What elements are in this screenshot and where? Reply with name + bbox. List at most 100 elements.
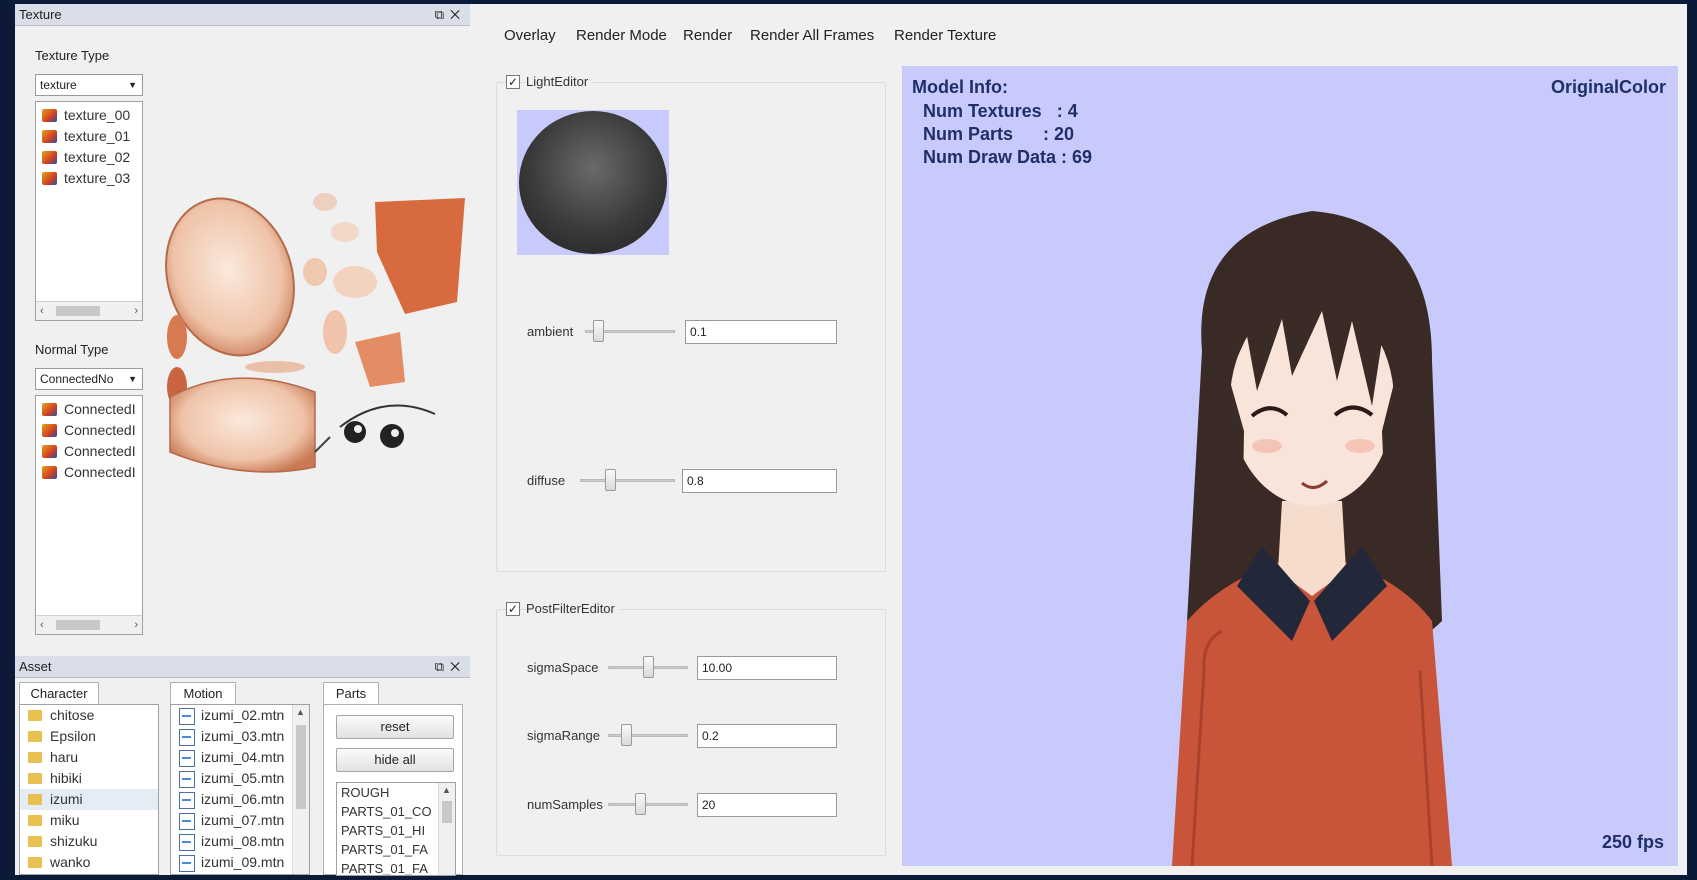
character-list-item[interactable]: shizuku xyxy=(20,831,158,852)
dock-buttons: ⧉✕ xyxy=(435,4,466,26)
scroll-left-icon[interactable]: ‹ xyxy=(40,302,44,320)
texture-list-item[interactable]: texture_03 xyxy=(36,168,142,189)
diffuse-input[interactable]: 0.8 xyxy=(682,469,837,493)
menu-render-all-frames[interactable]: Render All Frames xyxy=(750,21,874,51)
texture-file-icon xyxy=(42,403,57,416)
character-list-item-label: Epsilon xyxy=(50,728,96,744)
diffuse-slider-track[interactable] xyxy=(580,479,675,482)
character-list-item[interactable]: wanko xyxy=(20,852,158,873)
scroll-thumb[interactable] xyxy=(56,620,100,630)
texture-type-select[interactable]: texture ▼ xyxy=(35,74,143,96)
sigma-range-input[interactable]: 0.2 xyxy=(697,724,837,748)
scroll-left-icon[interactable]: ‹ xyxy=(40,616,44,634)
ambient-label: ambient xyxy=(527,324,574,339)
hide-all-button[interactable]: hide all xyxy=(336,748,454,772)
motion-list[interactable]: izumi_02.mtn izumi_03.mtn izumi_04.mtnizum… xyxy=(170,704,310,875)
character-list-item[interactable]: Epsilon xyxy=(20,726,158,747)
sigma-range-slider-thumb[interactable] xyxy=(621,724,632,746)
sigma-space-slider-thumb[interactable] xyxy=(643,656,654,678)
parts-list[interactable]: ROUGH PARTS_01_CO PARTS_01_HI PARTS_01_FA PA… xyxy=(336,782,456,876)
scroll-thumb[interactable] xyxy=(442,801,452,823)
motion-list-item-label: izumi_08.mtn xyxy=(201,833,285,849)
menu-render-texture[interactable]: Render Texture xyxy=(894,21,996,51)
normal-list-item[interactable]: ConnectedI xyxy=(36,441,142,462)
motion-list-item-label: izumi_09.mtn xyxy=(201,854,285,870)
diffuse-slider-thumb[interactable] xyxy=(605,469,616,491)
ambient-slider-thumb[interactable] xyxy=(593,320,604,342)
light-editor-checkbox[interactable]: ✓ xyxy=(506,75,520,89)
tab-character[interactable]: Character xyxy=(19,682,99,704)
motion-list-item-label: izumi_05.mtn xyxy=(201,770,285,786)
parts-list-vscroll[interactable]: ▲ xyxy=(438,783,455,875)
light-sphere-preview[interactable] xyxy=(517,110,669,255)
motion-list-item[interactable]: izumi_04.mtn xyxy=(171,747,309,768)
num-parts-text: Num Parts : 20 xyxy=(923,124,1075,144)
motion-list-item-label: izumi_03.mtn xyxy=(201,728,285,744)
scroll-right-icon[interactable]: › xyxy=(134,616,138,634)
close-icon[interactable]: ✕ xyxy=(450,659,466,674)
motion-list-item-label: izumi_02.mtn xyxy=(201,707,285,723)
texture-file-icon xyxy=(42,466,57,479)
texture-list-item-label: texture_03 xyxy=(64,170,131,186)
normal-list-item-label: ConnectedI xyxy=(64,443,136,459)
motion-list-vscroll[interactable]: ▲ xyxy=(292,705,309,874)
scroll-right-icon[interactable]: › xyxy=(134,302,138,320)
character-list-item[interactable]: hibiki xyxy=(20,768,158,789)
texture-file-icon xyxy=(42,130,57,143)
character-list-item[interactable]: izumi xyxy=(20,789,158,810)
motion-list-item[interactable]: izumi_06.mtn xyxy=(171,789,309,810)
normal-list[interactable]: ConnectedI ConnectedI ConnectedI ConnectedI… xyxy=(35,395,143,635)
motion-list-item[interactable]: izumi_03.mtn xyxy=(171,726,309,747)
normal-list-hscroll[interactable]: ‹ › xyxy=(36,615,142,634)
chevron-down-icon: ▼ xyxy=(128,80,137,90)
render-viewport[interactable]: Model Info: Num Textures : 4 Num Parts :… xyxy=(902,66,1678,866)
scroll-thumb[interactable] xyxy=(56,306,100,316)
normal-type-select[interactable]: ConnectedNo ▼ xyxy=(35,368,143,390)
motion-list-item[interactable]: izumi_08.mtn xyxy=(171,831,309,852)
texture-list-hscroll[interactable]: ‹ › xyxy=(36,301,142,320)
ambient-input[interactable]: 0.1 xyxy=(685,320,837,344)
menu-render-mode[interactable]: Render Mode xyxy=(576,21,667,51)
normal-list-item[interactable]: ConnectedI xyxy=(36,399,142,420)
num-samples-input[interactable]: 20 xyxy=(697,793,837,817)
motion-file-icon xyxy=(179,834,195,851)
sigma-range-slider-track[interactable] xyxy=(608,734,688,737)
character-list-item[interactable]: chitose xyxy=(20,705,158,726)
scroll-up-icon[interactable]: ▲ xyxy=(296,707,305,717)
normal-list-item[interactable]: ConnectedI xyxy=(36,462,142,483)
scroll-up-icon[interactable]: ▲ xyxy=(442,785,451,795)
close-icon[interactable]: ✕ xyxy=(450,7,466,22)
num-samples-slider-track[interactable] xyxy=(608,803,688,806)
post-filter-editor-checkbox[interactable]: ✓ xyxy=(506,602,520,616)
sigma-space-input[interactable]: 10.00 xyxy=(697,656,837,680)
tab-motion[interactable]: Motion xyxy=(170,682,236,704)
texture-list-item[interactable]: texture_00 xyxy=(36,105,142,126)
motion-list-item[interactable]: izumi_02.mtn xyxy=(171,705,309,726)
parts-tab-panel: reset hide all ROUGH PARTS_01_CO PARTS_01_… xyxy=(323,704,463,876)
texture-list-item[interactable]: texture_02 xyxy=(36,147,142,168)
texture-list-item[interactable]: texture_01 xyxy=(36,126,142,147)
sigma-space-label: sigmaSpace xyxy=(527,660,599,675)
character-list-item-label: hibiki xyxy=(50,770,82,786)
character-list-item-label: miku xyxy=(50,812,80,828)
float-icon[interactable]: ⧉ xyxy=(435,7,450,22)
motion-list-item[interactable]: izumi_07.mtn xyxy=(171,810,309,831)
texture-list[interactable]: texture_00 texture_01 texture_02 texture_03… xyxy=(35,101,143,321)
menu-overlay[interactable]: Overlay xyxy=(504,21,556,51)
character-list-item[interactable]: miku xyxy=(20,810,158,831)
scroll-thumb[interactable] xyxy=(296,725,306,809)
character-list[interactable]: chitose Epsilon haru hibiki izumi miku shizuku… xyxy=(19,704,159,875)
reset-button[interactable]: reset xyxy=(336,715,454,739)
float-icon[interactable]: ⧉ xyxy=(435,659,450,674)
num-samples-slider-thumb[interactable] xyxy=(635,793,646,815)
character-list-item-label: shizuku xyxy=(50,833,98,849)
normal-list-item[interactable]: ConnectedI xyxy=(36,420,142,441)
character-list-item[interactable]: haru xyxy=(20,747,158,768)
motion-list-item[interactable]: izumi_05.mtn xyxy=(171,768,309,789)
folder-icon xyxy=(28,857,42,868)
texture-type-label: Texture Type xyxy=(35,48,110,63)
motion-file-icon xyxy=(179,792,195,809)
tab-parts[interactable]: Parts xyxy=(323,682,379,704)
motion-list-item[interactable]: izumi_09.mtn xyxy=(171,852,309,873)
menu-render[interactable]: Render xyxy=(683,21,732,51)
